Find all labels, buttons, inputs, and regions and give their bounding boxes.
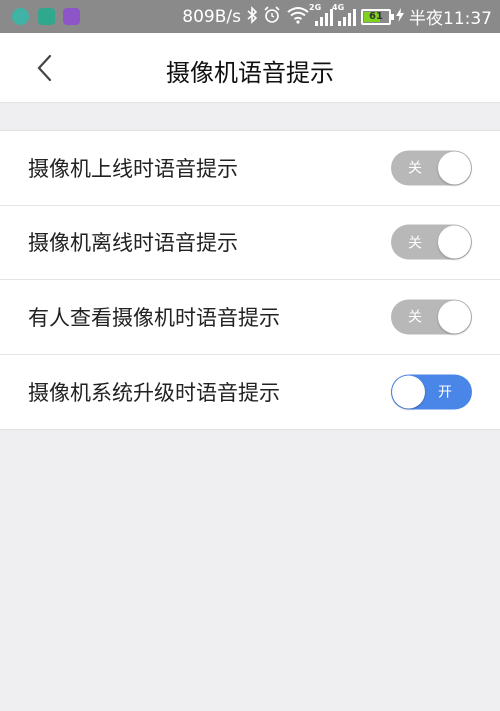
toggle-state-text: 关 xyxy=(408,235,422,252)
signal-generation-label: 2G xyxy=(309,2,322,12)
clock: 半夜11:37 xyxy=(409,9,492,29)
toggle-state-text: 关 xyxy=(408,309,422,326)
toggle-state-text: 关 xyxy=(408,160,422,177)
wifi-icon xyxy=(286,6,310,27)
battery-icon: 61 xyxy=(361,8,394,25)
toggle-switch-viewing[interactable]: 关 xyxy=(391,299,472,335)
notification-app-icon-2 xyxy=(38,8,55,25)
bluetooth-icon xyxy=(246,6,258,27)
settings-list: 摄像机上线时语音提示 关 摄像机离线时语音提示 关 有人查看摄像机时语音提示 关… xyxy=(0,130,500,430)
charging-icon xyxy=(396,7,404,26)
toggle-switch-online[interactable]: 关 xyxy=(391,150,472,186)
battery-level: 61 xyxy=(369,11,383,22)
setting-label: 摄像机上线时语音提示 xyxy=(28,156,238,181)
title-bar: 摄像机语音提示 xyxy=(0,33,500,103)
toggle-knob xyxy=(392,375,425,409)
setting-label: 摄像机离线时语音提示 xyxy=(28,231,238,256)
toggle-knob xyxy=(438,151,471,185)
signal-icon-2: 4G xyxy=(332,3,356,26)
toggle-switch-offline[interactable]: 关 xyxy=(391,224,472,260)
toggle-state-text: 开 xyxy=(438,384,452,401)
setting-label: 摄像机系统升级时语音提示 xyxy=(28,380,280,405)
network-speed: 809B/s xyxy=(182,6,241,27)
setting-label: 有人查看摄像机时语音提示 xyxy=(28,305,280,330)
toggle-knob xyxy=(438,225,471,259)
alarm-icon xyxy=(263,6,281,27)
setting-row-online: 摄像机上线时语音提示 关 xyxy=(0,131,500,206)
signal-icon: 2G xyxy=(309,3,333,26)
page-title: 摄像机语音提示 xyxy=(166,59,334,87)
setting-row-upgrade: 摄像机系统升级时语音提示 开 xyxy=(0,355,500,430)
setting-row-offline: 摄像机离线时语音提示 关 xyxy=(0,206,500,280)
toggle-knob xyxy=(438,300,471,334)
toggle-switch-upgrade[interactable]: 开 xyxy=(391,374,472,410)
notification-app-icon-1 xyxy=(12,8,29,25)
status-indicators: 809B/s 2G 4G 61 半夜11:37 xyxy=(182,0,492,33)
notification-app-icon-3 xyxy=(63,8,80,25)
setting-row-viewing: 有人查看摄像机时语音提示 关 xyxy=(0,280,500,355)
status-bar: 809B/s 2G 4G 61 半夜11:37 xyxy=(0,0,500,33)
signal-generation-label-2: 4G xyxy=(332,2,345,12)
